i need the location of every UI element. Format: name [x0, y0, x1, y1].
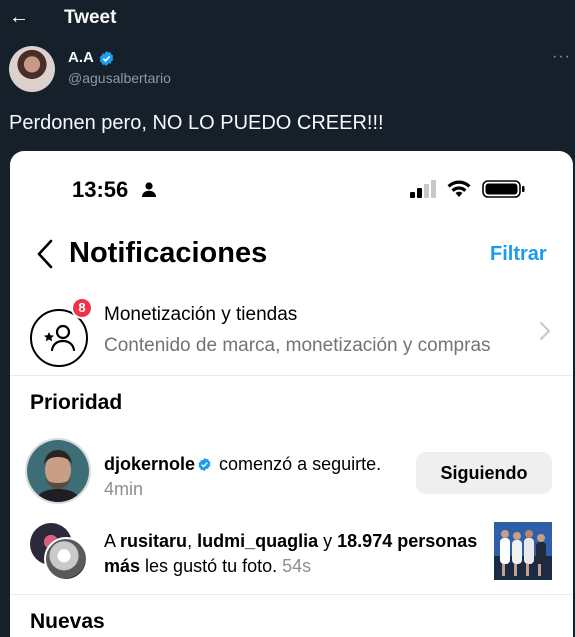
verified-icon: [198, 457, 211, 472]
likes-notification[interactable]: A rusitaru, ludmi_quaglia y 18.974 perso…: [10, 517, 573, 595]
author-name[interactable]: A.A: [68, 49, 94, 66]
back-arrow-icon[interactable]: ←: [8, 4, 30, 30]
more-options-icon[interactable]: ···: [552, 48, 571, 66]
liker-username-1[interactable]: rusitaru: [120, 531, 187, 551]
notifications-title: Notificaciones: [69, 237, 268, 269]
follow-timestamp: 4min: [104, 479, 144, 499]
monetization-row[interactable]: 8 Monetización y tiendas Contenido de ma…: [10, 291, 573, 376]
likes-action-text: les gustó tu foto.: [145, 556, 278, 576]
section-heading-new: Nuevas: [30, 610, 105, 633]
notification-count-badge: 8: [71, 297, 93, 319]
wifi-icon: [447, 180, 471, 197]
tweet-media-image[interactable]: 13:56 Notificaciones Filtrar 8 Monetizac…: [10, 151, 573, 637]
likes-prefix: A: [104, 531, 116, 551]
liker-avatar-2[interactable]: [44, 537, 88, 581]
monetization-title: Monetización y tiendas: [104, 304, 298, 325]
follow-action-text: comenzó a seguirte.: [219, 454, 382, 474]
follow-notification[interactable]: djokernole comenzó a seguirte. 4min Sigu…: [10, 436, 573, 508]
avatar-portrait: [27, 440, 89, 502]
likes-notification-text: A rusitaru, ludmi_quaglia y 18.974 perso…: [104, 529, 489, 579]
person-star-icon: [44, 324, 76, 352]
likes-conjunction: y: [323, 531, 333, 551]
tweet-header: ← Tweet: [0, 0, 575, 36]
author-avatar[interactable]: [9, 46, 55, 92]
tweet-text: Perdonen pero, NO LO PUEDO CREER!!!: [9, 112, 384, 134]
follower-username[interactable]: djokernole: [104, 454, 195, 474]
likes-timestamp: 54s: [282, 556, 312, 576]
monetization-subtitle: Contenido de marca, monetización y compr…: [104, 335, 491, 356]
header-title: Tweet: [64, 7, 117, 28]
tweet-author: A.A @agusalbertario ···: [0, 44, 575, 96]
author-handle[interactable]: @agusalbertario: [68, 70, 171, 86]
chevron-right-icon: [540, 322, 550, 340]
filter-button[interactable]: Filtrar: [490, 243, 547, 266]
liked-photo-thumbnail[interactable]: [494, 522, 552, 580]
verified-icon: [99, 51, 114, 66]
follow-notification-text: djokernole comenzó a seguirte. 4min: [104, 452, 404, 502]
status-bar-time: 13:56: [72, 177, 129, 202]
back-chevron-icon[interactable]: [36, 239, 54, 269]
section-heading-priority: Prioridad: [30, 391, 123, 414]
cellular-signal-icon: [410, 180, 436, 198]
person-icon: [142, 182, 156, 197]
djokernole-avatar[interactable]: [25, 438, 91, 504]
following-button[interactable]: Siguiendo: [416, 452, 552, 494]
likes-separator: ,: [187, 531, 193, 551]
photo-people-group: [494, 522, 552, 580]
liker-username-2[interactable]: ludmi_quaglia: [197, 531, 318, 551]
battery-icon: [482, 180, 525, 198]
